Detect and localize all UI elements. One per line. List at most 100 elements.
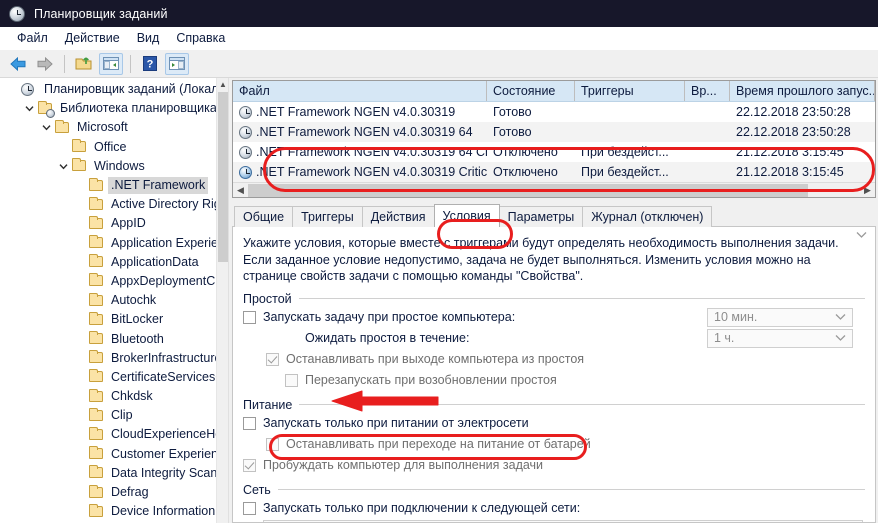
- detail-tabs[interactable]: ОбщиеТриггерыДействия Условия Параметры Жур…: [232, 203, 876, 227]
- tree-item[interactable]: Data Integrity Scan: [0, 464, 229, 483]
- condition-option-row[interactable]: Запускать задачу при простое компьютера:…: [243, 307, 865, 328]
- tree-item[interactable]: Clip: [0, 406, 229, 425]
- chevron-down-icon[interactable]: [835, 334, 846, 344]
- tree-item[interactable]: Active Directory Rights M: [0, 195, 229, 214]
- checkbox[interactable]: [243, 459, 256, 472]
- toolbar-separator-1: [64, 55, 65, 73]
- tree-item[interactable]: Office: [0, 138, 229, 157]
- scroll-right-icon[interactable]: ▶: [860, 183, 875, 198]
- group-title: Простой: [243, 292, 299, 306]
- duration-select-value: 1 ч.: [714, 331, 734, 345]
- tree-item[interactable]: AppxDeploymentClient: [0, 272, 229, 291]
- column-header[interactable]: Время прошлого запус...: [730, 81, 875, 101]
- help-button[interactable]: ?: [138, 53, 162, 75]
- task-list-rows[interactable]: .NET Framework NGEN v4.0.30319Готово22.1…: [233, 102, 875, 182]
- show-hide-tree-button[interactable]: [99, 53, 123, 75]
- tree-item[interactable]: Windows: [0, 157, 229, 176]
- tree-item[interactable]: Библиотека планировщика задани: [0, 99, 229, 118]
- condition-option-row[interactable]: Ожидать простоя в течение:1 ч.: [285, 328, 865, 349]
- checkbox[interactable]: [266, 438, 279, 451]
- table-row[interactable]: .NET Framework NGEN v4.0.30319 64Готово2…: [233, 122, 875, 142]
- tree-pane: Планировщик заданий (Локальный)Библиотек…: [0, 78, 229, 523]
- checkbox[interactable]: [243, 417, 256, 430]
- menu-item-action[interactable]: Действие: [57, 29, 129, 47]
- menu-item-help[interactable]: Справка: [168, 29, 234, 47]
- task-name-cell: .NET Framework NGEN v4.0.30319 64 Criti.…: [233, 142, 487, 162]
- tab-1[interactable]: Общие: [234, 206, 293, 227]
- tab-2[interactable]: Триггеры: [292, 206, 363, 227]
- tree-item-label: Clip: [108, 407, 136, 424]
- main-body: Планировщик заданий (Локальный)Библиотек…: [0, 78, 878, 523]
- tree-item[interactable]: BrokerInfrastructure: [0, 349, 229, 368]
- checkbox[interactable]: [243, 502, 256, 515]
- tab-3[interactable]: Действия: [362, 206, 435, 227]
- tree-item-label: Data Integrity Scan: [108, 465, 220, 482]
- column-header[interactable]: Состояние: [487, 81, 575, 101]
- duration-select[interactable]: 10 мин.: [707, 308, 853, 327]
- tree-item[interactable]: CloudExperienceHost: [0, 425, 229, 444]
- question-mark-icon: ?: [143, 56, 157, 71]
- duration-select[interactable]: 1 ч.: [707, 329, 853, 348]
- condition-option-row[interactable]: Запускать только при питании от электрос…: [243, 413, 865, 434]
- tree-item[interactable]: .NET Framework: [0, 176, 229, 195]
- task-state-cell: Отключено: [487, 142, 575, 162]
- task-state-cell: Готово: [487, 102, 575, 122]
- tab-label: Параметры: [508, 210, 575, 224]
- tab-6[interactable]: Журнал (отключен): [582, 206, 712, 227]
- tree-item[interactable]: CertificateServicesClient: [0, 368, 229, 387]
- table-row[interactable]: .NET Framework NGEN v4.0.30319 CriticalО…: [233, 162, 875, 182]
- tree-item[interactable]: Customer Experience Imp: [0, 445, 229, 464]
- chevron-down-icon[interactable]: [856, 231, 867, 241]
- tree-item[interactable]: Chkdsk: [0, 387, 229, 406]
- chevron-down-icon[interactable]: [835, 313, 846, 323]
- menu-item-view[interactable]: Вид: [129, 29, 169, 47]
- tab-5[interactable]: Параметры: [499, 206, 584, 227]
- scroll-left-icon[interactable]: ◀: [233, 183, 248, 198]
- condition-option-row[interactable]: Останавливать при выходе компьютера из п…: [266, 349, 865, 370]
- condition-option-row[interactable]: Запускать только при подключении к следу…: [243, 498, 865, 519]
- column-header[interactable]: Вр...: [685, 81, 730, 101]
- tree-item[interactable]: AppID: [0, 214, 229, 233]
- checkbox[interactable]: [285, 374, 298, 387]
- condition-option-row[interactable]: Пробуждать компьютер для выполнения зада…: [243, 455, 865, 476]
- table-row[interactable]: .NET Framework NGEN v4.0.30319Готово22.1…: [233, 102, 875, 122]
- scrollbar-trough[interactable]: [248, 183, 860, 198]
- tree-item[interactable]: BitLocker: [0, 310, 229, 329]
- chevron-down-icon[interactable]: [38, 123, 54, 132]
- tree-item[interactable]: Defrag: [0, 483, 229, 502]
- tree-item[interactable]: Bluetooth: [0, 329, 229, 348]
- tab-label: Условия: [443, 209, 491, 223]
- tree-item[interactable]: Application Experience: [0, 234, 229, 253]
- tree-list[interactable]: Планировщик заданий (Локальный)Библиотек…: [0, 78, 229, 523]
- column-header[interactable]: Триггеры: [575, 81, 685, 101]
- tree-item[interactable]: Microsoft: [0, 118, 229, 137]
- chevron-down-icon[interactable]: [21, 104, 37, 113]
- show-hide-actions-button[interactable]: [165, 53, 189, 75]
- scrollbar-thumb[interactable]: [248, 184, 808, 197]
- tree-item[interactable]: Autochk: [0, 291, 229, 310]
- folder-icon: [88, 294, 105, 308]
- column-header[interactable]: Файл: [233, 81, 487, 101]
- scroll-up-icon[interactable]: ▲: [217, 78, 229, 91]
- condition-option-row[interactable]: Останавливать при переходе на питание от…: [266, 434, 865, 455]
- network-select[interactable]: Любое подключение: [263, 520, 863, 523]
- table-row[interactable]: .NET Framework NGEN v4.0.30319 64 Criti.…: [233, 142, 875, 162]
- tree-item-label: Office: [91, 139, 129, 156]
- tab-4[interactable]: Условия: [434, 204, 500, 227]
- back-button[interactable]: [6, 53, 30, 75]
- condition-option-row[interactable]: Перезапускать при возобновлении простоя: [285, 370, 865, 391]
- tree-item[interactable]: ApplicationData: [0, 253, 229, 272]
- tree-vertical-scrollbar[interactable]: ▲: [216, 78, 228, 523]
- tree-item[interactable]: Device Information: [0, 502, 229, 521]
- task-list-horizontal-scrollbar[interactable]: ◀ ▶: [233, 182, 875, 197]
- checkbox[interactable]: [243, 311, 256, 324]
- menu-item-file[interactable]: Файл: [9, 29, 57, 47]
- checkbox[interactable]: [266, 353, 279, 366]
- task-name-label: .NET Framework NGEN v4.0.30319 64: [256, 125, 473, 139]
- forward-button[interactable]: [33, 53, 57, 75]
- tree-scrollbar-thumb[interactable]: [218, 92, 228, 262]
- up-folder-button[interactable]: [72, 53, 96, 75]
- chevron-down-icon[interactable]: [55, 162, 71, 171]
- tree-item[interactable]: Планировщик заданий (Локальный): [0, 80, 229, 99]
- task-clock-icon: [239, 146, 252, 159]
